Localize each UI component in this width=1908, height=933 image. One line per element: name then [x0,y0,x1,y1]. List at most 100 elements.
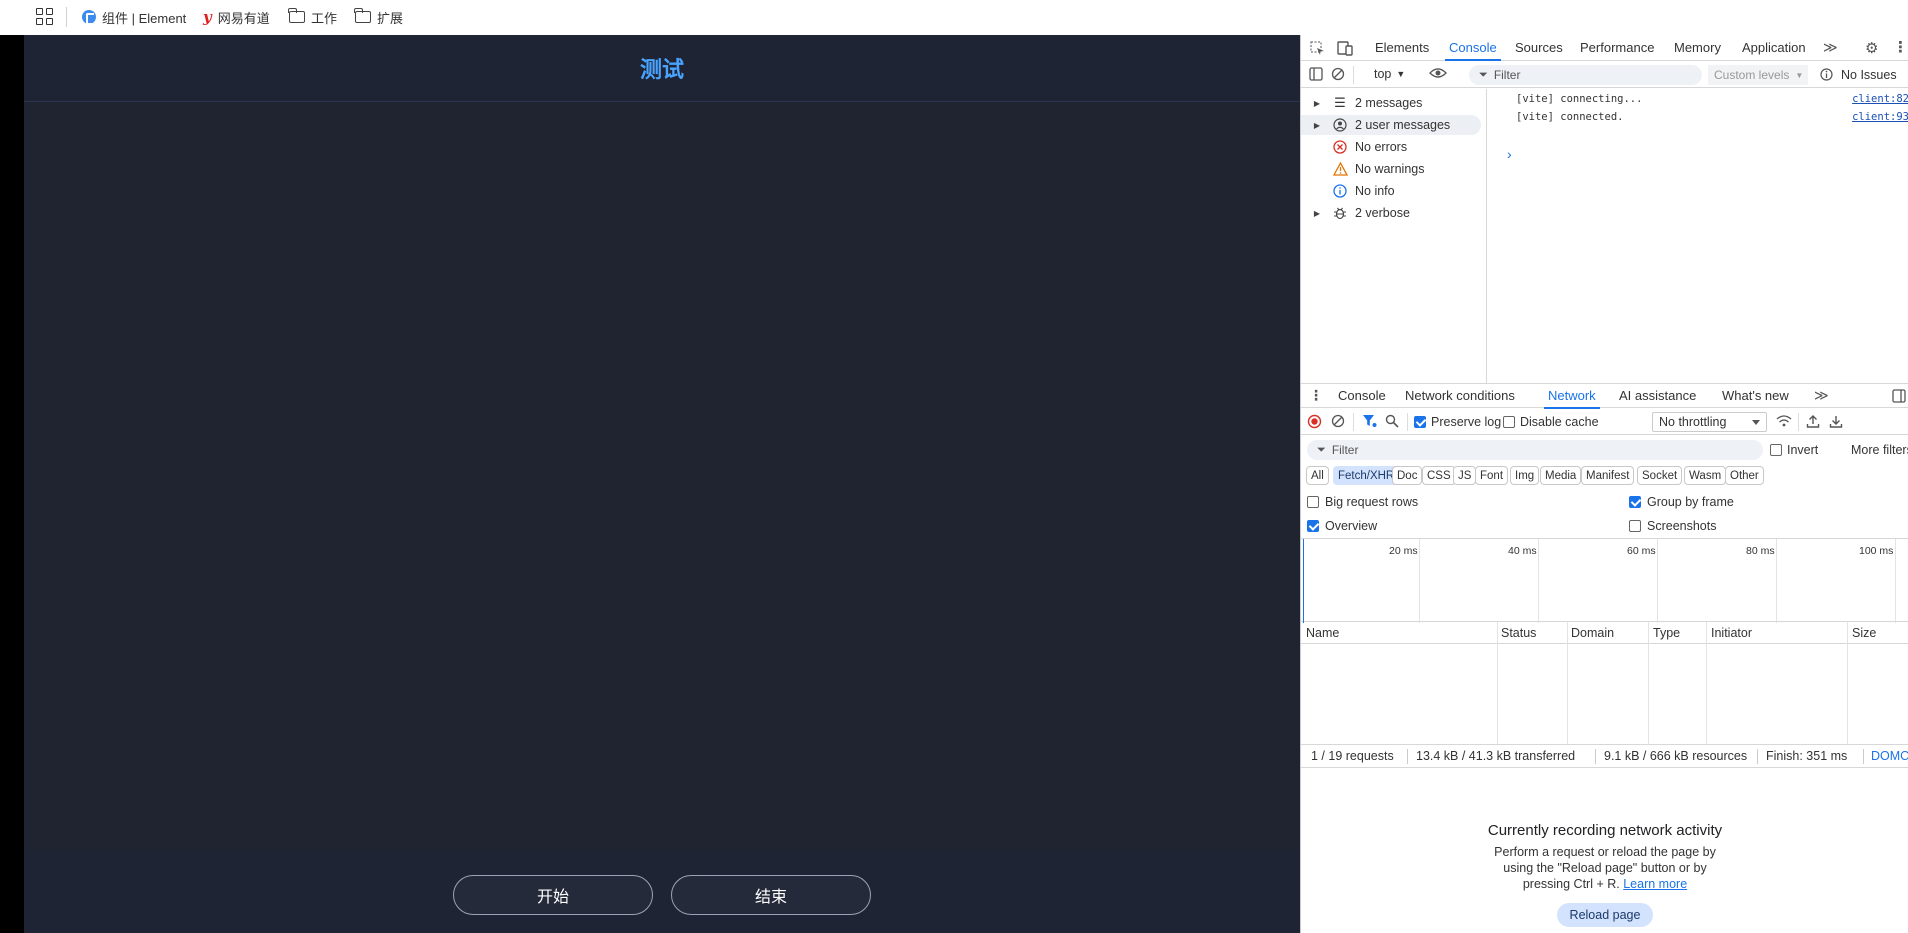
clear-network-icon[interactable] [1331,414,1345,428]
bookmark-folder-work[interactable]: 工作 [288,6,337,28]
issues-count[interactable]: No Issues [1841,68,1897,82]
network-conditions-wifi-icon[interactable] [1776,414,1792,428]
disable-cache-label: Disable cache [1520,415,1599,429]
end-button[interactable]: 结束 [671,875,871,915]
tab-elements[interactable]: Elements [1375,40,1429,55]
filter-chip-doc[interactable]: Doc [1392,466,1423,485]
preserve-log-checkbox[interactable]: Preserve log [1414,415,1501,429]
tab-performance[interactable]: Performance [1580,40,1654,55]
column-type[interactable]: Type [1653,626,1680,640]
filter-chip-fetch-xhr[interactable]: Fetch/XHR [1333,466,1400,485]
filter-chip-media[interactable]: Media [1540,466,1582,485]
checkbox-unchecked[interactable] [1503,416,1515,428]
log-text: [vite] connected. [1516,111,1624,123]
learn-more-link[interactable]: Learn more [1623,877,1687,891]
more-tabs-chevron-icon[interactable]: ≫ [1814,387,1829,404]
timeline-label: 60 ms [1627,545,1656,557]
column-divider [1567,622,1568,744]
sidebar-item-info[interactable]: No info [1301,181,1481,201]
filter-chip-socket[interactable]: Socket [1637,466,1683,485]
bookmark-youdao[interactable]: y 网易有道 [203,6,270,28]
tab-console[interactable]: Console [1445,40,1501,61]
group-by-frame-option[interactable]: Group by frame [1629,495,1734,509]
overview-option[interactable]: Overview [1307,519,1377,533]
filter-chip-wasm[interactable]: Wasm [1684,466,1727,485]
log-levels-dropdown[interactable]: Custom levels ▼ [1708,65,1808,85]
column-initiator[interactable]: Initiator [1711,626,1752,640]
network-overview-timeline[interactable]: 20 ms 40 ms 60 ms 80 ms 100 ms [1301,538,1908,623]
sidebar-item-warnings[interactable]: No warnings [1301,159,1481,179]
console-filter-input[interactable]: ⏷ Filter [1469,65,1702,85]
log-source-link[interactable]: client:93 [1852,111,1908,123]
export-har-download-icon[interactable] [1829,414,1843,428]
import-har-upload-icon[interactable] [1806,414,1820,428]
more-options-icon[interactable]: ⋮ [1893,38,1908,56]
filter-chip-js[interactable]: JS [1453,466,1477,485]
more-filters-dropdown[interactable]: More filters [1851,443,1908,457]
checkbox-checked[interactable] [1629,496,1641,508]
context-selector[interactable]: top ▼ [1374,67,1405,81]
drawer-tab-ai-assistance[interactable]: AI assistance [1619,388,1696,403]
settings-gear-icon[interactable]: ⚙ [1865,39,1878,57]
invert-checkbox[interactable]: Invert [1770,443,1818,457]
checkbox-checked[interactable] [1414,416,1426,428]
drawer-tab-network-conditions[interactable]: Network conditions [1405,388,1515,403]
start-button[interactable]: 开始 [453,875,653,915]
column-domain[interactable]: Domain [1571,626,1614,640]
search-icon[interactable] [1385,414,1399,428]
column-size[interactable]: Size [1852,626,1876,640]
throttling-select[interactable]: No throttling [1652,412,1767,432]
tab-application[interactable]: Application [1742,40,1806,55]
expand-triangle-icon[interactable]: ▶ [1311,99,1323,108]
device-toolbar-icon[interactable] [1337,40,1353,56]
caret-down-icon [1752,420,1760,425]
drawer-menu-icon[interactable]: ⋮ [1309,387,1323,404]
filter-chip-manifest[interactable]: Manifest [1581,466,1635,485]
log-source-link[interactable]: client:82 [1852,93,1908,105]
caret-down-icon: ▼ [1396,69,1406,79]
checkbox-unchecked[interactable] [1770,444,1782,456]
live-expression-eye-icon[interactable] [1429,66,1447,80]
clear-console-icon[interactable] [1331,67,1345,81]
sidebar-item-errors[interactable]: No errors [1301,137,1481,157]
folder-icon [354,8,371,23]
inspect-element-icon[interactable] [1309,40,1325,56]
checkbox-checked[interactable] [1307,520,1319,532]
more-tabs-chevron-icon[interactable]: ≫ [1823,39,1838,56]
sidebar-item-user-messages[interactable]: ▶ 2 user messages [1301,115,1481,135]
checkbox-unchecked[interactable] [1307,496,1319,508]
bookmark-element[interactable]: 组件 | Element [82,6,186,28]
tab-memory[interactable]: Memory [1674,40,1721,55]
filter-chip-css[interactable]: CSS [1422,466,1456,485]
tab-sources[interactable]: Sources [1515,40,1563,55]
sidebar-item-label: 2 user messages [1355,118,1451,132]
dock-side-icon[interactable] [1892,389,1906,403]
expand-triangle-icon[interactable]: ▶ [1311,121,1323,130]
record-stop-icon[interactable] [1307,414,1322,429]
bookmark-folder-extensions[interactable]: 扩展 [354,6,403,28]
disable-cache-checkbox[interactable]: Disable cache [1503,415,1599,429]
checkbox-unchecked[interactable] [1629,520,1641,532]
sidebar-item-verbose[interactable]: ▶ 2 verbose [1301,203,1481,223]
expand-triangle-icon[interactable]: ▶ [1311,209,1323,218]
column-status[interactable]: Status [1501,626,1536,640]
console-prompt-chevron-icon[interactable]: › [1507,146,1512,162]
drawer-tab-console[interactable]: Console [1338,388,1386,403]
big-request-rows-option[interactable]: Big request rows [1307,495,1418,509]
filter-chip-other[interactable]: Other [1725,466,1764,485]
drawer-tab-network[interactable]: Network [1544,388,1600,409]
column-name[interactable]: Name [1306,626,1339,640]
filter-chip-img[interactable]: Img [1510,466,1540,485]
sidebar-toggle-icon[interactable] [1309,67,1323,81]
filter-chip-font[interactable]: Font [1475,466,1509,485]
screenshots-option[interactable]: Screenshots [1629,519,1716,533]
console-toolbar: top ▼ ⏷ Filter Custom levels ▼ No Issues [1301,62,1908,88]
filter-chip-all[interactable]: All [1306,466,1329,485]
network-filter-input[interactable]: ⏷ Filter [1307,440,1763,460]
apps-grid-icon[interactable] [34,6,54,26]
sidebar-item-messages[interactable]: ▶ ☰ 2 messages [1301,93,1481,113]
toolbar-divider [1353,66,1354,84]
filter-funnel-icon[interactable] [1362,414,1377,428]
drawer-tab-whats-new[interactable]: What's new [1722,388,1789,403]
reload-page-button[interactable]: Reload page [1557,903,1653,927]
